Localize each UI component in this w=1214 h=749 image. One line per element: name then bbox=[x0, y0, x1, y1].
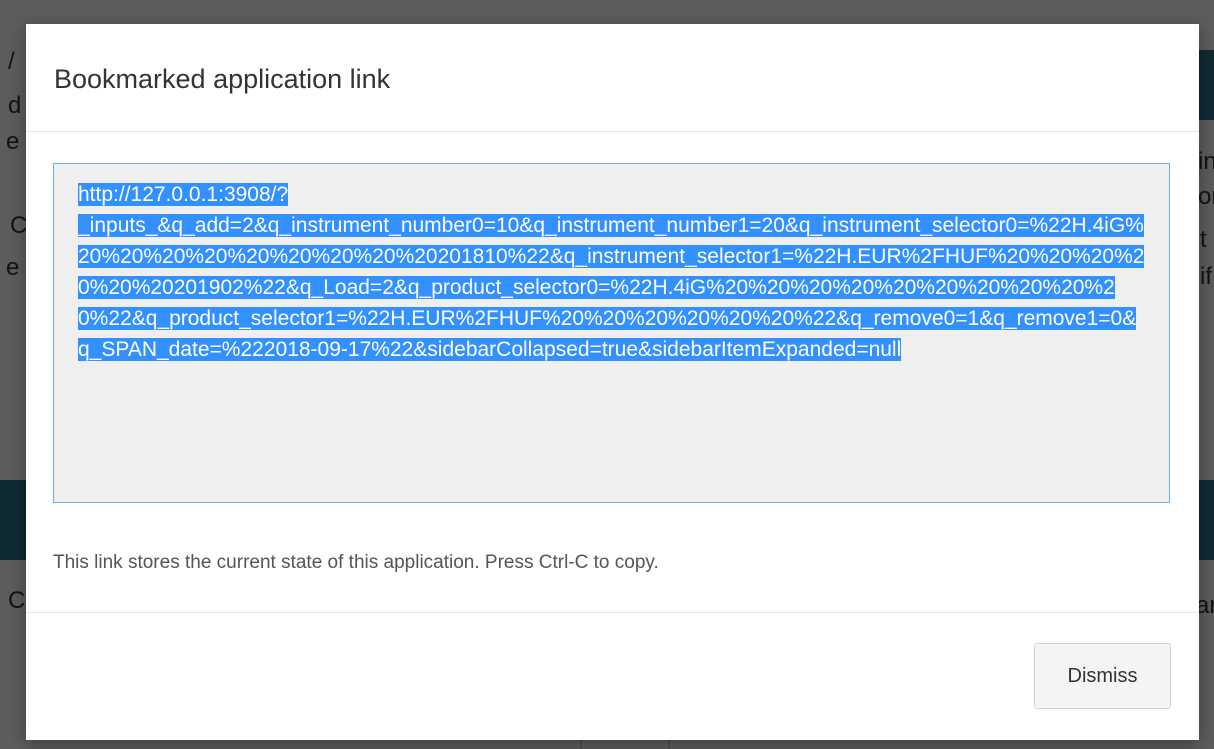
bookmark-url-selected-text[interactable]: http://127.0.0.1:3908/? _inputs_&q_add=2&… bbox=[78, 183, 1145, 361]
modal-footer: Dismiss bbox=[26, 612, 1199, 740]
bookmark-modal: Bookmarked application link http://127.0… bbox=[26, 24, 1199, 740]
bookmark-url-line1: http://127.0.0.1:3908/? bbox=[78, 183, 289, 206]
modal-title: Bookmarked application link bbox=[54, 64, 391, 94]
modal-description: This link stores the current state of th… bbox=[53, 552, 659, 573]
bookmark-url-rest: _inputs_&q_add=2&q_instrument_number0=10… bbox=[78, 214, 1145, 361]
bookmark-url-textarea[interactable]: http://127.0.0.1:3908/? _inputs_&q_add=2&… bbox=[53, 163, 1170, 503]
dismiss-button[interactable]: Dismiss bbox=[1034, 643, 1171, 709]
modal-header: Bookmarked application link bbox=[26, 24, 1199, 132]
